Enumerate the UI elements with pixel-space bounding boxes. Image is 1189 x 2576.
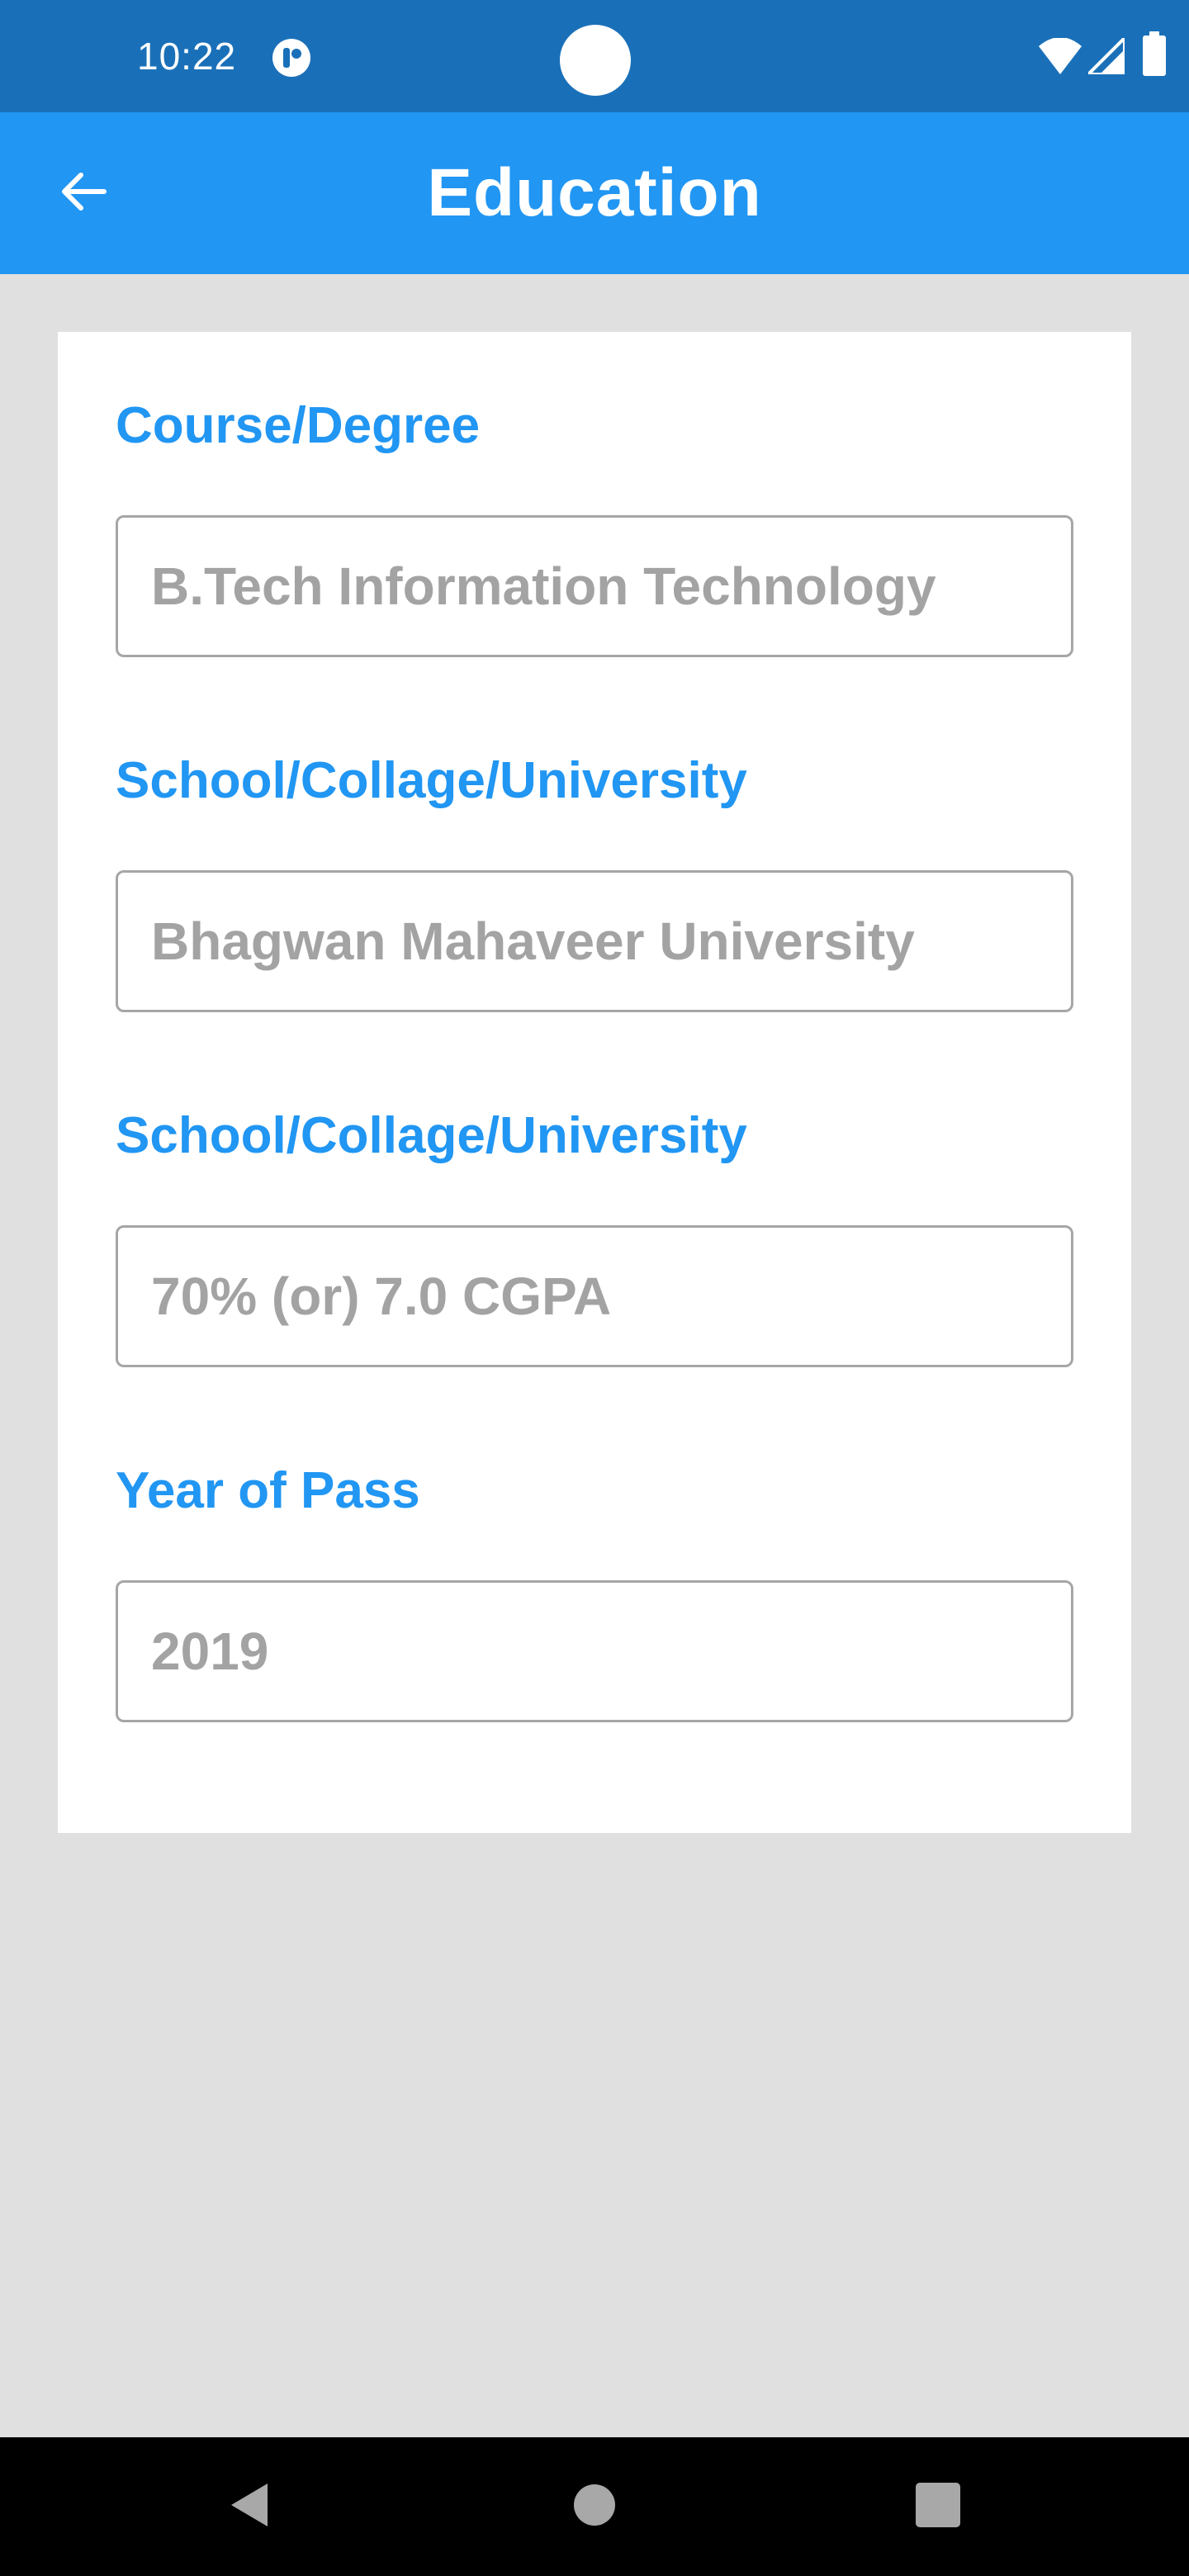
signal-icon bbox=[1084, 34, 1126, 76]
year-of-pass-label: Year of Pass bbox=[116, 1462, 420, 1519]
year-of-pass-input[interactable] bbox=[116, 1580, 1073, 1722]
score-label: School/Collage/University bbox=[116, 1107, 747, 1164]
circle-home-icon bbox=[573, 2484, 616, 2531]
score-input[interactable] bbox=[116, 1225, 1073, 1367]
page-title: Education bbox=[427, 155, 762, 230]
battery-icon bbox=[1143, 31, 1166, 76]
institution-input[interactable] bbox=[116, 870, 1073, 1012]
status-time: 10:22 bbox=[137, 35, 237, 78]
nav-home-button[interactable] bbox=[542, 2454, 647, 2559]
nav-recents-button[interactable] bbox=[885, 2454, 991, 2559]
wifi-icon bbox=[1039, 37, 1082, 74]
course-degree-input[interactable] bbox=[116, 515, 1073, 657]
camera-cutout bbox=[560, 25, 631, 96]
app-notification-icon bbox=[271, 37, 312, 78]
course-degree-label: Course/Degree bbox=[116, 397, 481, 454]
triangle-back-icon bbox=[225, 2480, 274, 2534]
status-bar: 10:22 bbox=[0, 0, 1189, 112]
institution-label: School/Collage/University bbox=[116, 752, 747, 809]
square-recents-icon bbox=[915, 2482, 961, 2532]
nav-back-button[interactable] bbox=[197, 2454, 302, 2559]
